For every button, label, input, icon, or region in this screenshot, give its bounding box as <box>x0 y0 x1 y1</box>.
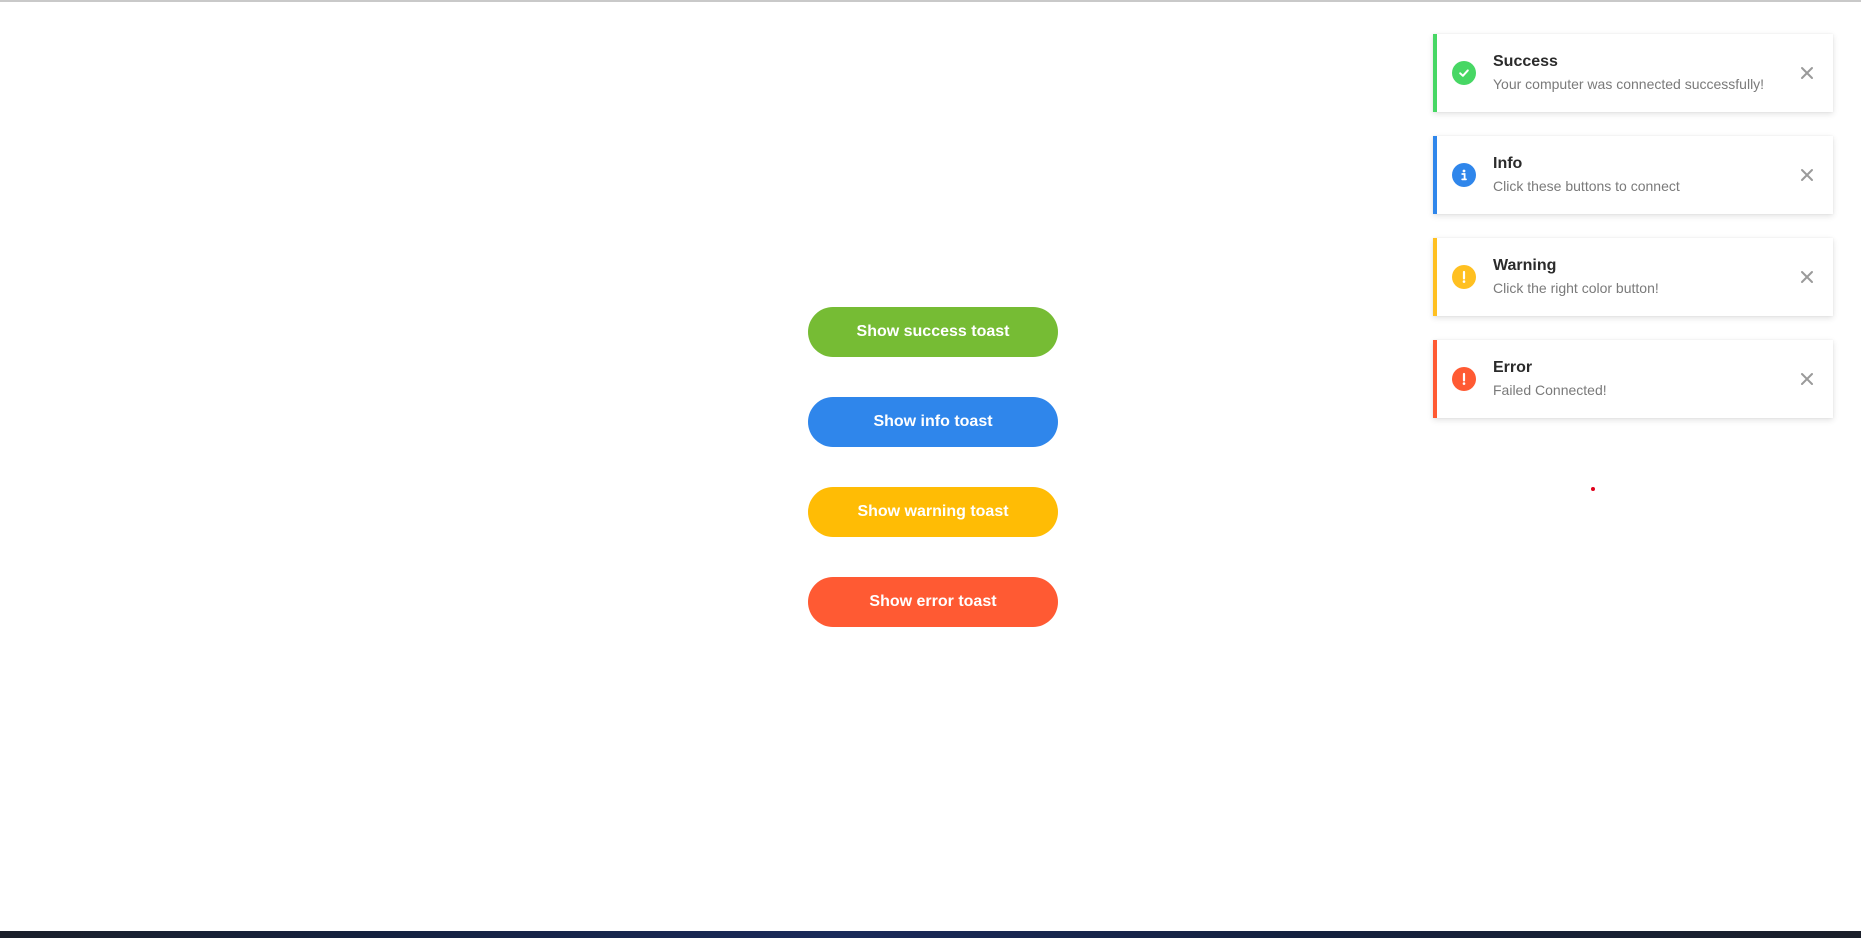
toast-title: Info <box>1493 155 1523 172</box>
toast-stack: Success Your computer was connected succ… <box>1433 34 1833 442</box>
toast-accent-bar <box>1433 136 1437 214</box>
show-error-toast-button[interactable]: Show error toast <box>808 577 1058 627</box>
show-success-toast-button[interactable]: Show success toast <box>808 307 1058 357</box>
toast-accent-bar <box>1433 340 1437 418</box>
toast-success: Success Your computer was connected succ… <box>1433 34 1833 112</box>
toast-warning: Warning Click the right color button! <box>1433 238 1833 316</box>
check-circle-icon <box>1452 61 1476 85</box>
toast-title: Error <box>1493 359 1533 376</box>
taskbar-strip <box>0 931 1861 938</box>
button-stack: Show success toast Show info toast Show … <box>808 307 1058 667</box>
exclamation-circle-icon <box>1452 367 1476 391</box>
show-warning-toast-button[interactable]: Show warning toast <box>808 487 1058 537</box>
toast-message: Failed Connected! <box>1493 382 1607 398</box>
toast-message: Your computer was connected successfully… <box>1493 76 1765 92</box>
toast-message: Click the right color button! <box>1493 280 1659 296</box>
toast-accent-bar <box>1433 238 1437 316</box>
top-border <box>0 0 1861 2</box>
close-icon[interactable] <box>1795 61 1819 85</box>
info-circle-icon <box>1452 163 1476 187</box>
cursor-dot <box>1591 487 1595 491</box>
toast-title: Warning <box>1493 257 1557 274</box>
toast-info: Info Click these buttons to connect <box>1433 136 1833 214</box>
exclamation-circle-icon <box>1452 265 1476 289</box>
toast-message: Click these buttons to connect <box>1493 178 1680 194</box>
close-icon[interactable] <box>1795 163 1819 187</box>
close-icon[interactable] <box>1795 265 1819 289</box>
close-icon[interactable] <box>1795 367 1819 391</box>
toast-error: Error Failed Connected! <box>1433 340 1833 418</box>
page: Show success toast Show info toast Show … <box>0 0 1861 938</box>
toast-accent-bar <box>1433 34 1437 112</box>
toast-title: Success <box>1493 53 1558 70</box>
show-info-toast-button[interactable]: Show info toast <box>808 397 1058 447</box>
